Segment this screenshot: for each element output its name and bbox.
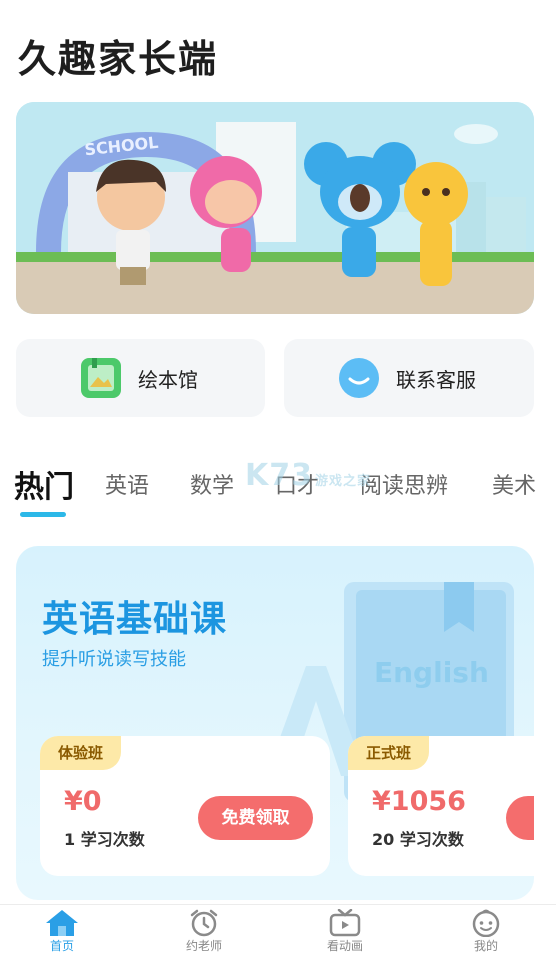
- customer-service-button[interactable]: 联系客服: [284, 339, 534, 417]
- tab-english[interactable]: 英语: [105, 468, 149, 500]
- plan-tag: 正式班: [348, 736, 430, 770]
- tv-icon: [329, 909, 361, 937]
- formal-plan-card[interactable]: 正式班 ¥1056 20 学习次数: [348, 736, 534, 876]
- tab-hot[interactable]: 热门: [14, 462, 74, 506]
- watermark: K73 游戏之家: [245, 458, 372, 493]
- trial-plan-card[interactable]: 体验班 ¥0 1 学习次数 免费领取: [40, 736, 330, 876]
- course-title: 英语基础课: [42, 599, 228, 640]
- nav-watch-cartoon-label: 看动画: [326, 939, 363, 953]
- nav-book-teacher-label: 约老师: [185, 939, 222, 953]
- free-claim-button[interactable]: 免费领取: [198, 796, 313, 840]
- tab-art[interactable]: 美术: [492, 468, 536, 500]
- nav-watch-cartoon[interactable]: 看动画: [305, 905, 385, 958]
- course-subtitle: 提升听说读写技能: [42, 649, 186, 670]
- baby-face-icon: [472, 909, 500, 937]
- app-title: 久趣家长端: [18, 37, 219, 81]
- nav-book-teacher[interactable]: 约老师: [164, 905, 244, 958]
- picture-book-label: 绘本馆: [138, 367, 198, 392]
- tab-indicator: [20, 512, 66, 517]
- customer-service-label: 联系客服: [396, 367, 476, 392]
- plan-count: 20 学习次数: [372, 830, 464, 849]
- nav-mine[interactable]: 我的: [446, 905, 526, 958]
- tab-math[interactable]: 数学: [190, 468, 234, 500]
- tab-reading[interactable]: 阅读思辨: [360, 468, 448, 500]
- plan-count: 1 学习次数: [64, 830, 145, 849]
- course-card[interactable]: English 英语基础课 提升听说读写技能 体验班 ¥0 1 学习次数 免费领…: [16, 546, 534, 900]
- home-icon: [46, 910, 78, 936]
- nav-mine-label: 我的: [473, 939, 498, 953]
- plan-tag: 体验班: [40, 736, 122, 770]
- nav-home[interactable]: 首页: [22, 905, 102, 958]
- plan-price: ¥0: [64, 786, 102, 817]
- alarm-clock-icon: [190, 909, 218, 937]
- picture-book-button[interactable]: 绘本馆: [16, 339, 265, 417]
- bottom-nav: 首页 约老师 看动画 我的: [0, 904, 556, 958]
- book-label: English: [374, 656, 489, 689]
- banner-illustration: SCHOOL: [16, 102, 534, 314]
- promo-banner[interactable]: SCHOOL: [16, 102, 534, 314]
- nav-home-label: 首页: [49, 939, 74, 953]
- picture-book-icon: [81, 358, 121, 398]
- chat-bubble-icon: [339, 358, 379, 398]
- buy-button[interactable]: [506, 796, 534, 840]
- plan-price: ¥1056: [372, 786, 466, 817]
